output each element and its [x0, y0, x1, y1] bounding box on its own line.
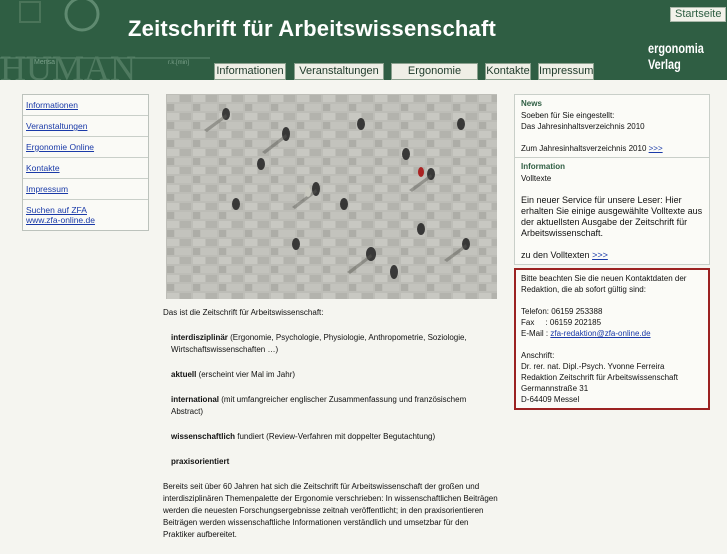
tab-impressum[interactable]: Impressum: [538, 63, 594, 80]
tab-veranstaltungen[interactable]: Veranstaltungen: [294, 63, 384, 80]
feature-praxisorientiert: praxisorientiert: [171, 457, 230, 466]
intro-lead: Das ist die Zeitschrift für Arbeitswisse…: [163, 308, 324, 317]
logo-text: HUMAN: [0, 48, 136, 80]
info-box: Information Volltexte Ein neuer Service …: [514, 158, 710, 265]
logo-small-2: r.k.[min]: [168, 60, 189, 66]
site-header: HUMAN Mensa r.k.[min] Zeitschrift für Ar…: [0, 0, 727, 80]
tab-informationen[interactable]: Informationen: [214, 63, 286, 80]
news-heading: News: [521, 99, 542, 108]
contact-box: Bitte beachten Sie die neuen Kontaktdate…: [514, 268, 710, 410]
hero-photo-crowd: [166, 94, 497, 299]
nav-item-informationen[interactable]: Informationen: [23, 95, 148, 116]
tab-kontakte[interactable]: Kontakte: [485, 63, 531, 80]
brand-logo: ergonomia Verlag: [648, 40, 704, 72]
info-line-1: Volltexte: [521, 174, 552, 183]
contact-address-1: Dr. rer. nat. Dipl.-Psych. Yvonne Ferrei…: [521, 362, 665, 371]
contact-anschrift: Anschrift:: [521, 351, 555, 360]
news-box: News Soeben für Sie eingestellt: Das Jah…: [514, 94, 710, 158]
page-title: Zeitschrift für Arbeitswissenschaft: [128, 16, 497, 41]
contact-intro: Bitte beachten Sie die neuen Kontaktdate…: [521, 274, 687, 294]
contact-email-link[interactable]: zfa-redaktion@zfa-online.de: [550, 329, 650, 338]
nav-item-veranstaltungen[interactable]: Veranstaltungen: [23, 116, 148, 137]
feature-interdisziplinaer: interdisziplinär (Ergonomie, Psychologie…: [171, 333, 467, 354]
search-url: www.zfa-online.de: [26, 215, 95, 225]
feature-wissenschaftlich: wissenschaftlich fundiert (Review-Verfah…: [171, 432, 436, 441]
contact-address-4: D-64409 Messel: [521, 395, 580, 404]
intro-text: Das ist die Zeitschrift für Arbeitswisse…: [163, 307, 500, 554]
nav-item-kontakte[interactable]: Kontakte: [23, 158, 148, 179]
feature-aktuell: aktuell (erscheint vier Mal im Jahr): [171, 370, 296, 379]
news-line-1: Soeben für Sie eingestellt:: [521, 111, 615, 120]
brand-line-1: ergonomia: [648, 40, 704, 56]
news-line-2: Das Jahresinhaltsverzeichnis 2010: [521, 122, 645, 131]
startseite-link[interactable]: Startseite: [670, 7, 727, 22]
news-link-row: Zum Jahresinhaltsverzeichnis 2010 >>>: [521, 144, 663, 153]
contact-fax: Fax : 06159 202185: [521, 318, 602, 327]
info-heading: Information: [521, 162, 565, 171]
news-link[interactable]: >>>: [649, 144, 663, 153]
tab-ergonomie-online[interactable]: Ergonomie Online: [391, 63, 478, 80]
intro-closing: Bereits seit über 60 Jahren hat sich die…: [163, 482, 498, 539]
contact-telefon: Telefon: 06159 253388: [521, 307, 603, 316]
nav-item-search[interactable]: Suchen auf ZFA www.zfa-online.de: [23, 200, 148, 230]
right-sidebar: News Soeben für Sie eingestellt: Das Jah…: [514, 94, 710, 410]
contact-address-3: Germannstraße 31: [521, 384, 589, 393]
logo-small-1: Mensa: [34, 59, 55, 66]
info-body: Ein neuer Service für unsere Leser: Hier…: [521, 195, 703, 238]
feature-international: international (mit umfangreicher englisc…: [171, 395, 467, 416]
contact-email-row: E-Mail : zfa-redaktion@zfa-online.de: [521, 329, 651, 338]
contact-address-2: Redaktion Zeitschrift für Arbeitswissens…: [521, 373, 678, 382]
left-navigation: Informationen Veranstaltungen Ergonomie …: [22, 94, 149, 231]
volltexte-link[interactable]: >>>: [592, 250, 608, 260]
nav-item-impressum[interactable]: Impressum: [23, 179, 148, 200]
brand-line-2: Verlag: [648, 56, 681, 72]
info-link-row: zu den Volltexten >>>: [521, 250, 608, 260]
nav-item-ergonomie-online[interactable]: Ergonomie Online: [23, 137, 148, 158]
search-label: Suchen auf ZFA: [26, 205, 87, 215]
